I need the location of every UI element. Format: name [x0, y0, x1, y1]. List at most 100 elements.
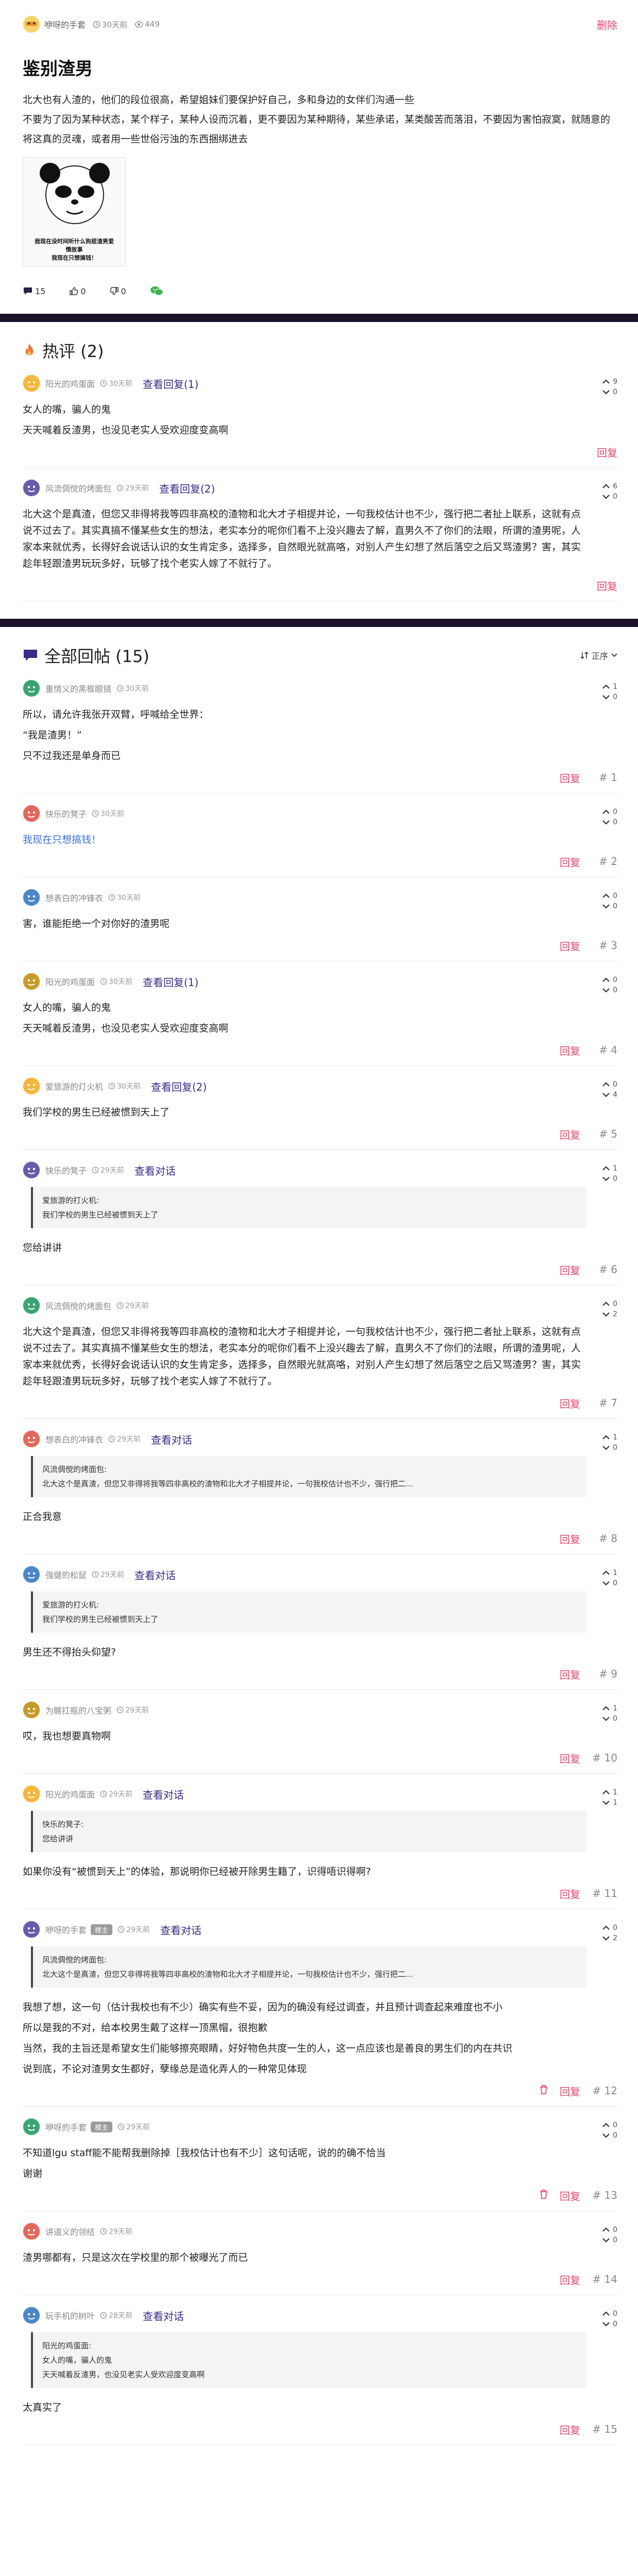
- upvote-button[interactable]: 1: [592, 1787, 617, 1798]
- downvote-button[interactable]: 0: [592, 2235, 617, 2245]
- reply-button[interactable]: 回复: [560, 2188, 580, 2203]
- reply-button[interactable]: 回复: [560, 1667, 580, 1682]
- reply-button[interactable]: 回复: [560, 2083, 580, 2098]
- downvote-button[interactable]: 0: [592, 387, 617, 397]
- view-replies-link[interactable]: 查看对话: [143, 2308, 184, 2323]
- reply-button[interactable]: 回复: [560, 1751, 580, 1766]
- reply-button[interactable]: 回复: [560, 1531, 580, 1546]
- downvote-button[interactable]: 0: [592, 692, 617, 702]
- chevron-down-icon: [602, 988, 610, 993]
- floor-number: # 13: [592, 2189, 617, 2201]
- reply-button[interactable]: 回复: [560, 854, 580, 869]
- post-views-text: 449: [145, 20, 160, 29]
- view-replies-link[interactable]: 查看回复(1): [143, 376, 198, 391]
- quoted-reply: 风流倜傥的烤面包: 北大这个是真渣，但您又非得将我等四非高校的渣物和北大才子相提并…: [31, 1456, 586, 1497]
- reply-button[interactable]: 回复: [560, 2422, 580, 2437]
- downvote-button[interactable]: 4: [592, 1090, 617, 1100]
- downvote-button[interactable]: 1: [592, 1798, 617, 1808]
- chevron-down-icon: [602, 1093, 610, 1097]
- downvote-button[interactable]: 0: [592, 2319, 617, 2329]
- delete-button[interactable]: 删除: [597, 17, 617, 32]
- reply-button[interactable]: 回复: [560, 1886, 580, 1901]
- downvote-button[interactable]: 2: [592, 1309, 617, 1319]
- floor-number: # 4: [599, 1044, 617, 1056]
- view-replies-link[interactable]: 查看回复(1): [143, 974, 198, 989]
- like-button[interactable]: 0: [69, 286, 86, 296]
- reply-button[interactable]: 回复: [560, 1127, 580, 1142]
- upvote-button[interactable]: 1: [592, 682, 617, 692]
- downvote-button[interactable]: 2: [592, 1933, 617, 1943]
- downvote-button[interactable]: 0: [592, 817, 617, 827]
- downvote-button[interactable]: 0: [592, 1174, 617, 1184]
- comment-item: 阳光的鸡蛋面 30天前 查看回复(1) 9 0 女人的嘴，骗人的鬼 天天喊着反渣男，也没见老…: [23, 363, 617, 468]
- chevron-up-icon: [602, 2123, 610, 2127]
- dislike-button[interactable]: 0: [109, 286, 126, 296]
- reply-button[interactable]: 回复: [560, 1043, 580, 1058]
- wechat-share-button[interactable]: [150, 286, 163, 296]
- upvote-button[interactable]: 1: [592, 1703, 617, 1714]
- comment-author: 想表白的冲锋衣: [45, 1435, 104, 1445]
- upvote-button[interactable]: 0: [592, 2120, 617, 2130]
- upvote-button[interactable]: 0: [592, 2225, 617, 2235]
- downvote-button[interactable]: 0: [592, 985, 617, 995]
- avatar: [23, 1077, 40, 1095]
- chevron-down-icon: [602, 1801, 610, 1805]
- comment-item: 强健的松鼠 29天前 查看对话 1 0 爱旅游的打火机: 我们学校的男生已经被惯到天上了 男生…: [23, 1554, 617, 1690]
- avatar: [23, 479, 40, 497]
- comment-time-text: 30天前: [109, 978, 132, 986]
- upvote-button[interactable]: 1: [592, 1568, 617, 1578]
- upvote-button[interactable]: 0: [592, 2309, 617, 2319]
- comment-item: 快乐的凳子 29天前 查看对话 1 0 爱旅游的打火机: 我们学校的男生已经被惯到天上了 您给…: [23, 1150, 617, 1285]
- upvote-button[interactable]: 6: [592, 481, 617, 492]
- upvote-button[interactable]: 1: [592, 1163, 617, 1174]
- reply-button[interactable]: 回复: [597, 445, 617, 460]
- reply-button[interactable]: 回复: [560, 770, 580, 785]
- quote-line: 快乐的凳子:: [42, 1820, 84, 1829]
- reply-button[interactable]: 回复: [560, 938, 580, 953]
- clock-icon: [100, 2312, 107, 2319]
- upvote-button[interactable]: 1: [592, 1432, 617, 1443]
- view-replies-link[interactable]: 查看回复(2): [151, 1079, 207, 1094]
- upvote-button[interactable]: 0: [592, 1923, 617, 1933]
- reply-button[interactable]: 回复: [597, 578, 617, 593]
- comment-count-button[interactable]: 15: [23, 286, 45, 296]
- sort-dropdown[interactable]: 正序: [580, 649, 617, 662]
- clock-icon: [116, 1302, 124, 1309]
- view-replies-link[interactable]: 查看回复(2): [159, 481, 215, 496]
- comment-time: 29天前: [117, 2122, 150, 2132]
- comment-time: 29天前: [116, 483, 149, 493]
- view-replies-link[interactable]: 查看对话: [143, 1787, 184, 1802]
- delete-reply-button[interactable]: [539, 2189, 548, 2202]
- reply-button[interactable]: 回复: [560, 2272, 580, 2287]
- chevron-down-icon: [602, 1581, 610, 1586]
- comment-text: 我们学校的男生已经被惯到天上了: [23, 1107, 170, 1118]
- reply-button[interactable]: 回复: [560, 1262, 580, 1277]
- comment-header: 阳光的鸡蛋面 30天前 查看回复(1): [23, 375, 617, 392]
- downvote-button[interactable]: 0: [592, 1714, 617, 1724]
- downvote-button[interactable]: 0: [592, 1443, 617, 1453]
- reply-button[interactable]: 回复: [560, 1396, 580, 1411]
- upvote-button[interactable]: 0: [592, 807, 617, 817]
- downvote-button[interactable]: 0: [592, 2130, 617, 2141]
- comment-author: 玩手机的树叶: [45, 2311, 95, 2321]
- comment-text: 害，谁能拒绝一个对你好的渣男呢: [23, 918, 170, 929]
- trash-icon: [540, 2084, 547, 2094]
- view-replies-link[interactable]: 查看对话: [135, 1163, 176, 1178]
- avatar: [23, 375, 40, 392]
- view-replies-link[interactable]: 查看对话: [151, 1432, 192, 1447]
- downvote-button[interactable]: 0: [592, 901, 617, 911]
- delete-reply-button[interactable]: [539, 2084, 548, 2097]
- comment-body: 我现在只想搞钱！: [23, 832, 617, 848]
- post-meta: 咿呀的手套 30天前 449 删除: [23, 15, 617, 33]
- upvote-button[interactable]: 0: [592, 1299, 617, 1309]
- clock-icon: [92, 1166, 99, 1174]
- view-replies-link[interactable]: 查看对话: [135, 1567, 176, 1582]
- comment-body: 我们学校的男生已经被惯到天上了: [23, 1104, 617, 1121]
- view-replies-link[interactable]: 查看对话: [160, 1922, 202, 1937]
- downvote-button[interactable]: 0: [592, 1578, 617, 1588]
- upvote-button[interactable]: 0: [592, 891, 617, 901]
- upvote-button[interactable]: 0: [592, 1079, 617, 1090]
- downvote-button[interactable]: 0: [592, 492, 617, 502]
- upvote-button[interactable]: 0: [592, 975, 617, 985]
- upvote-button[interactable]: 9: [592, 377, 617, 387]
